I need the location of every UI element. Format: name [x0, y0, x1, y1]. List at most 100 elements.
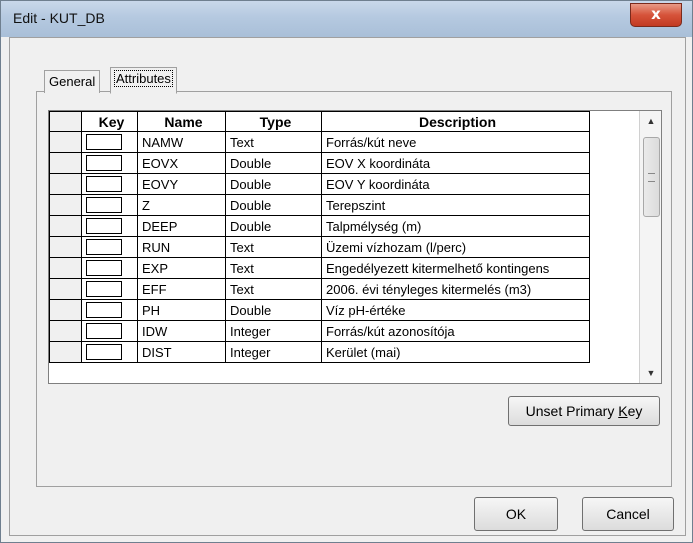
table-row[interactable]: Z Double Terepszint — [49, 194, 590, 216]
tab-general[interactable]: General — [44, 70, 101, 93]
row-selector[interactable] — [49, 341, 82, 363]
type-cell[interactable]: Integer — [225, 320, 322, 342]
name-cell[interactable]: EOVX — [137, 152, 226, 174]
table-row[interactable]: PH Double Víz pH-értéke — [49, 299, 590, 321]
key-checkbox[interactable] — [86, 218, 122, 235]
key-checkbox[interactable] — [86, 323, 122, 340]
description-cell[interactable]: Talpmélység (m) — [321, 215, 590, 237]
type-cell[interactable]: Text — [225, 257, 322, 279]
table-row[interactable]: EOVY Double EOV Y koordináta — [49, 173, 590, 195]
scroll-down-icon[interactable]: ▼ — [640, 363, 661, 383]
name-cell[interactable]: RUN — [137, 236, 226, 258]
key-checkbox[interactable] — [86, 197, 122, 214]
description-cell[interactable]: 2006. évi tényleges kitermelés (m3) — [321, 278, 590, 300]
tab-attributes[interactable]: Attributes — [110, 67, 177, 94]
cancel-button-label: Cancel — [606, 506, 650, 522]
row-selector[interactable] — [49, 173, 82, 195]
column-header-description[interactable]: Description — [321, 111, 590, 132]
row-selector[interactable] — [49, 215, 82, 237]
table-row[interactable]: NAMW Text Forrás/kút neve — [49, 131, 590, 153]
key-checkbox[interactable] — [86, 134, 122, 151]
description-cell[interactable]: Engedélyezett kitermelhető kontingens — [321, 257, 590, 279]
close-button[interactable]: x — [630, 3, 682, 27]
title-bar[interactable]: Edit - KUT_DB x — [1, 1, 692, 37]
row-selector[interactable] — [49, 131, 82, 153]
key-cell — [81, 131, 138, 153]
name-cell[interactable]: EOVY — [137, 173, 226, 195]
key-cell — [81, 236, 138, 258]
table-row[interactable]: DIST Integer Kerület (mai) — [49, 341, 590, 363]
name-cell[interactable]: IDW — [137, 320, 226, 342]
type-cell[interactable]: Double — [225, 152, 322, 174]
key-checkbox[interactable] — [86, 239, 122, 256]
unset-primary-key-accelerator: K — [618, 403, 628, 419]
row-selector[interactable] — [49, 236, 82, 258]
key-cell — [81, 257, 138, 279]
row-selector[interactable] — [49, 299, 82, 321]
description-cell[interactable]: Terepszint — [321, 194, 590, 216]
scroll-up-icon[interactable]: ▲ — [640, 111, 661, 131]
row-selector-header — [49, 111, 82, 132]
row-selector[interactable] — [49, 257, 82, 279]
vertical-scrollbar[interactable]: ▲ ▼ — [639, 111, 661, 383]
name-cell[interactable]: DEEP — [137, 215, 226, 237]
type-cell[interactable]: Double — [225, 215, 322, 237]
description-cell[interactable]: Forrás/kút azonosítója — [321, 320, 590, 342]
tab-attributes-label: Attributes — [114, 70, 173, 87]
table-row[interactable]: RUN Text Üzemi vízhozam (l/perc) — [49, 236, 590, 258]
name-cell[interactable]: PH — [137, 299, 226, 321]
scrollbar-thumb[interactable] — [643, 137, 660, 217]
type-cell[interactable]: Text — [225, 131, 322, 153]
name-cell[interactable]: NAMW — [137, 131, 226, 153]
key-cell — [81, 320, 138, 342]
name-cell[interactable]: DIST — [137, 341, 226, 363]
column-header-name[interactable]: Name — [137, 111, 226, 132]
unset-primary-key-button[interactable]: Unset Primary Key — [508, 396, 660, 426]
key-checkbox[interactable] — [86, 344, 122, 361]
type-cell[interactable]: Double — [225, 173, 322, 195]
attributes-table: Key Name Type Description NAMW Text Forrás… — [49, 111, 590, 363]
description-cell[interactable]: Üzemi vízhozam (l/perc) — [321, 236, 590, 258]
name-cell[interactable]: EFF — [137, 278, 226, 300]
row-selector[interactable] — [49, 320, 82, 342]
table-row[interactable]: EXP Text Engedélyezett kitermelhető kontin… — [49, 257, 590, 279]
key-checkbox[interactable] — [86, 302, 122, 319]
table-row[interactable]: IDW Integer Forrás/kút azonosítója — [49, 320, 590, 342]
tab-general-label: General — [49, 74, 96, 89]
row-selector[interactable] — [49, 278, 82, 300]
key-checkbox[interactable] — [86, 155, 122, 172]
row-selector[interactable] — [49, 194, 82, 216]
row-selector[interactable] — [49, 152, 82, 174]
description-cell[interactable]: EOV Y koordináta — [321, 173, 590, 195]
column-header-type[interactable]: Type — [225, 111, 322, 132]
attributes-grid[interactable]: Key Name Type Description NAMW Text Forrás… — [48, 110, 662, 384]
table-row[interactable]: DEEP Double Talpmélység (m) — [49, 215, 590, 237]
type-cell[interactable]: Text — [225, 236, 322, 258]
description-cell[interactable]: Forrás/kút neve — [321, 131, 590, 153]
key-cell — [81, 215, 138, 237]
table-row[interactable]: EFF Text 2006. évi tényleges kitermelés (m… — [49, 278, 590, 300]
ok-button[interactable]: OK — [474, 497, 558, 531]
name-cell[interactable]: Z — [137, 194, 226, 216]
description-cell[interactable]: EOV X koordináta — [321, 152, 590, 174]
type-cell[interactable]: Double — [225, 299, 322, 321]
close-icon: x — [651, 5, 661, 23]
description-cell[interactable]: Kerület (mai) — [321, 341, 590, 363]
cancel-button[interactable]: Cancel — [582, 497, 674, 531]
type-cell[interactable]: Integer — [225, 341, 322, 363]
key-checkbox[interactable] — [86, 260, 122, 277]
key-cell — [81, 278, 138, 300]
type-cell[interactable]: Double — [225, 194, 322, 216]
key-checkbox[interactable] — [86, 281, 122, 298]
name-cell[interactable]: EXP — [137, 257, 226, 279]
description-cell[interactable]: Víz pH-értéke — [321, 299, 590, 321]
table-row[interactable]: EOVX Double EOV X koordináta — [49, 152, 590, 174]
column-header-key[interactable]: Key — [81, 111, 138, 132]
key-cell — [81, 194, 138, 216]
key-cell — [81, 152, 138, 174]
type-cell[interactable]: Text — [225, 278, 322, 300]
unset-primary-key-label-pre: Unset Primary — [525, 403, 619, 419]
key-cell — [81, 299, 138, 321]
window-title: Edit - KUT_DB — [13, 10, 105, 26]
key-checkbox[interactable] — [86, 176, 122, 193]
